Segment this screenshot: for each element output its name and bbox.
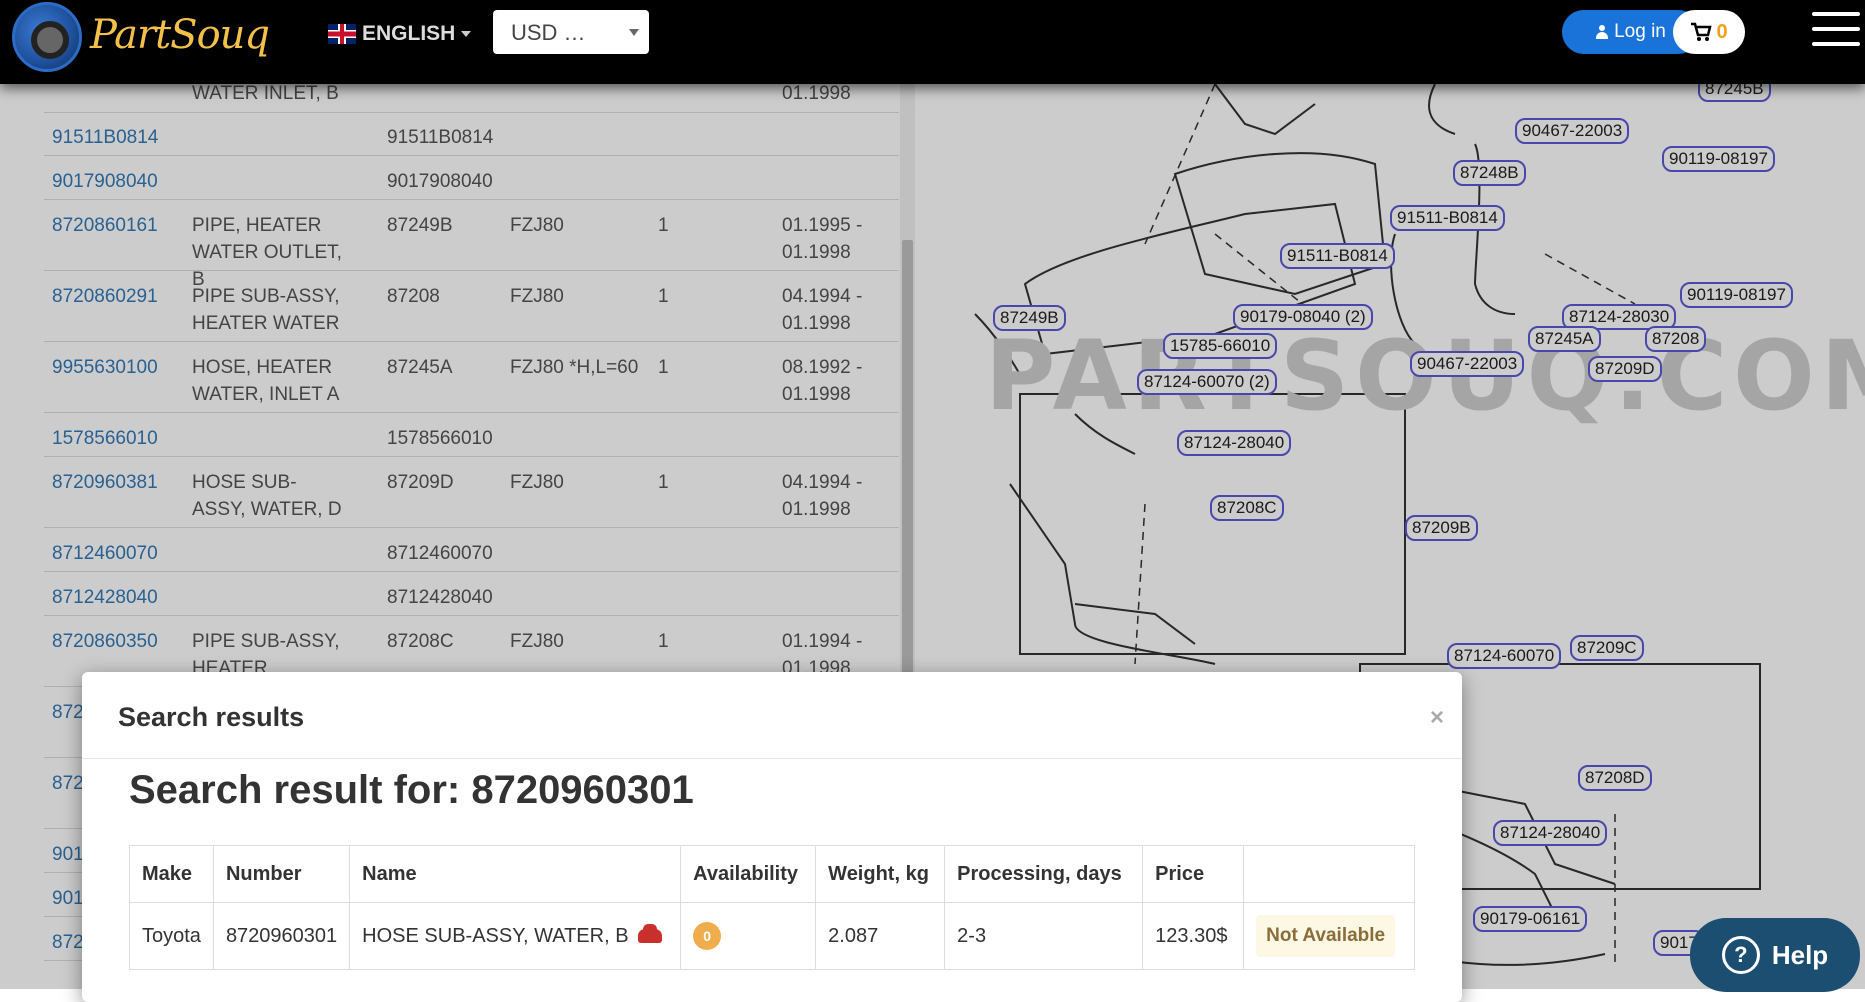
column-header: Number [212,845,351,903]
cart-count: 0 [1716,20,1728,43]
close-icon[interactable]: × [1430,704,1444,732]
column-header: Weight, kg [815,845,946,903]
hamburger-menu-icon[interactable] [1812,12,1860,50]
result-processing: 2-3 [944,902,1144,970]
result-weight: 2.087 [815,902,946,970]
partsouq-logo-icon[interactable] [12,2,82,72]
user-icon [1596,25,1609,39]
column-header: Name [349,845,682,903]
logo-text[interactable]: PartSouq [90,12,270,58]
dropdown-arrow-icon [629,29,639,36]
table-header-row: Make Number Name Availability Weight, kg… [129,845,1415,903]
cart-button[interactable]: 0 [1673,10,1745,54]
login-label: Log in [1614,21,1666,42]
result-name-cell: HOSE SUB-ASSY, WATER, B [349,902,682,970]
question-icon: ? [1721,936,1760,974]
chevron-down-icon [461,31,472,37]
result-number: 8720960301 [212,902,351,970]
table-row[interactable]: Toyota 8720960301 HOSE SUB-ASSY, WATER, … [129,902,1415,970]
result-make: Toyota [129,902,214,970]
availability-badge: 0 [693,922,722,950]
uk-flag-icon [328,24,356,44]
result-name: HOSE SUB-ASSY, WATER, B [362,924,629,947]
search-results-modal: Search results × Search result for: 8720… [82,672,1462,1002]
column-header: Price [1142,845,1245,903]
result-price: 123.30$ [1142,902,1245,970]
not-available-badge: Not Available [1256,915,1396,957]
currency-value: USD … [511,20,586,45]
car-icon[interactable] [638,924,663,944]
column-header: Availability [680,845,817,903]
currency-select[interactable]: USD … [493,10,649,54]
result-availability-cell: 0 [680,902,817,970]
column-header: Make [129,845,214,903]
column-header: Processing, days [944,845,1144,903]
result-heading: Search result for: 8720960301 [129,768,694,812]
top-navbar: PartSouq ENGLISH USD … Log in 0 [0,0,1865,84]
gear-icon [31,21,69,59]
help-label: Help [1771,939,1829,970]
column-header [1243,845,1415,903]
cart-icon [1691,22,1713,41]
modal-title: Search results [118,702,305,732]
modal-header: Search results × [82,672,1462,759]
search-results-table: Make Number Name Availability Weight, kg… [129,845,1415,970]
language-label: ENGLISH [362,22,456,45]
help-button[interactable]: ? Help [1690,918,1860,992]
result-status-cell: Not Available [1243,902,1415,970]
language-selector[interactable]: ENGLISH [328,22,472,46]
